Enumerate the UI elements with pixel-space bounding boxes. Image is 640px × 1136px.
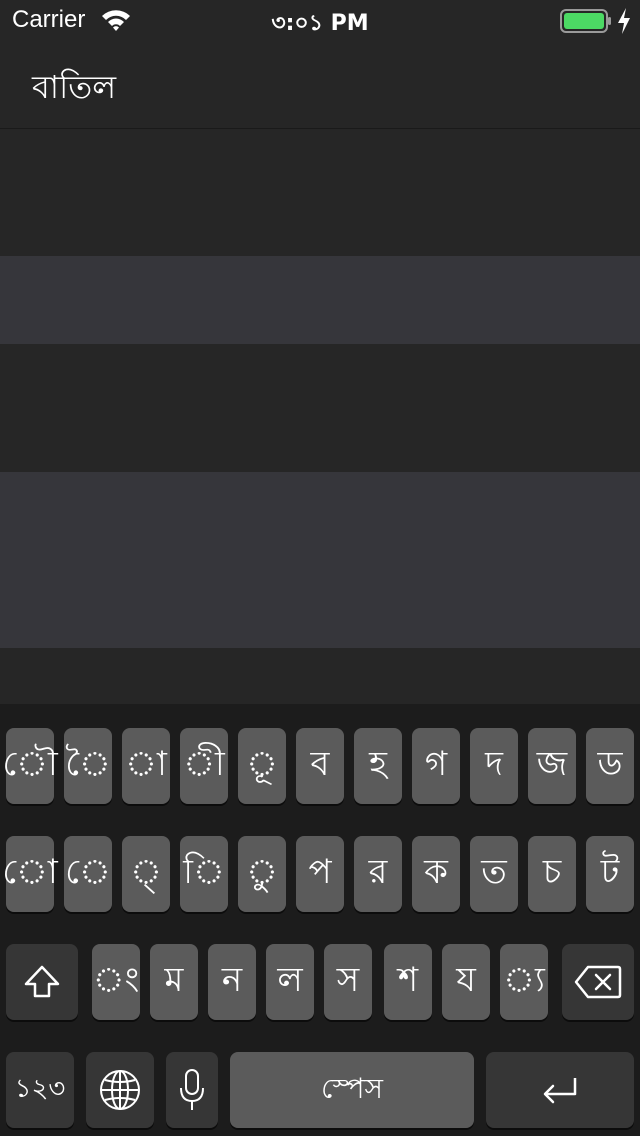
content-row — [0, 472, 640, 648]
backspace-icon — [574, 965, 622, 999]
keyboard: ৌ ৈ া ী ূ ব হ গ দ জ ড ো ে ্ ি ু প র ক ত … — [0, 704, 640, 1136]
status-bar: Carrier ৩:০১ PM — [0, 0, 640, 40]
key[interactable]: া — [122, 728, 170, 804]
return-key[interactable] — [486, 1052, 634, 1128]
key[interactable]: হ — [354, 728, 402, 804]
key[interactable]: শ — [384, 944, 432, 1020]
space-key[interactable]: স্পেস — [230, 1052, 474, 1128]
key[interactable]: ে — [64, 836, 112, 912]
globe-icon — [100, 1070, 140, 1110]
key[interactable]: গ — [412, 728, 460, 804]
key[interactable]: ং — [92, 944, 140, 1020]
key[interactable]: ো — [2, 836, 58, 912]
globe-key[interactable] — [86, 1052, 154, 1128]
status-time: ৩:০১ PM — [271, 11, 369, 36]
key[interactable]: ৈ — [64, 728, 112, 804]
key[interactable]: ন — [208, 944, 256, 1020]
key[interactable]: ি — [180, 836, 228, 912]
key[interactable]: ক — [412, 836, 460, 912]
content-row — [0, 648, 640, 704]
microphone-key[interactable] — [166, 1052, 218, 1128]
key[interactable]: ্য — [500, 944, 548, 1020]
shift-icon — [24, 965, 60, 998]
battery-icon — [560, 9, 611, 33]
content-row — [0, 344, 640, 472]
key[interactable]: ত — [470, 836, 518, 912]
key[interactable]: জ — [528, 728, 576, 804]
key[interactable]: ী — [180, 728, 228, 804]
key[interactable]: ম — [150, 944, 198, 1020]
key[interactable]: ল — [266, 944, 314, 1020]
key[interactable]: ট — [586, 836, 634, 912]
return-icon — [543, 1078, 577, 1104]
key[interactable]: ্ — [122, 836, 170, 912]
key[interactable]: ু — [238, 836, 286, 912]
key[interactable]: য — [442, 944, 490, 1020]
numbers-key[interactable]: ১২৩ — [6, 1052, 74, 1128]
key[interactable]: র — [354, 836, 402, 912]
microphone-icon — [180, 1069, 204, 1110]
key[interactable]: স — [324, 944, 372, 1020]
key[interactable]: চ — [528, 836, 576, 912]
navigation-bar: বাতিল — [0, 40, 640, 129]
key[interactable]: দ — [470, 728, 518, 804]
backspace-key[interactable] — [562, 944, 634, 1020]
content-row — [0, 256, 640, 344]
key[interactable]: ব — [296, 728, 344, 804]
shift-key[interactable] — [6, 944, 78, 1020]
content-row — [0, 129, 640, 256]
key[interactable]: প — [296, 836, 344, 912]
key[interactable]: ড — [586, 728, 634, 804]
key[interactable]: ূ — [238, 728, 286, 804]
charging-bolt-icon — [618, 8, 630, 34]
key[interactable]: ৌ — [2, 728, 58, 804]
cancel-button[interactable]: বাতিল — [32, 62, 116, 116]
